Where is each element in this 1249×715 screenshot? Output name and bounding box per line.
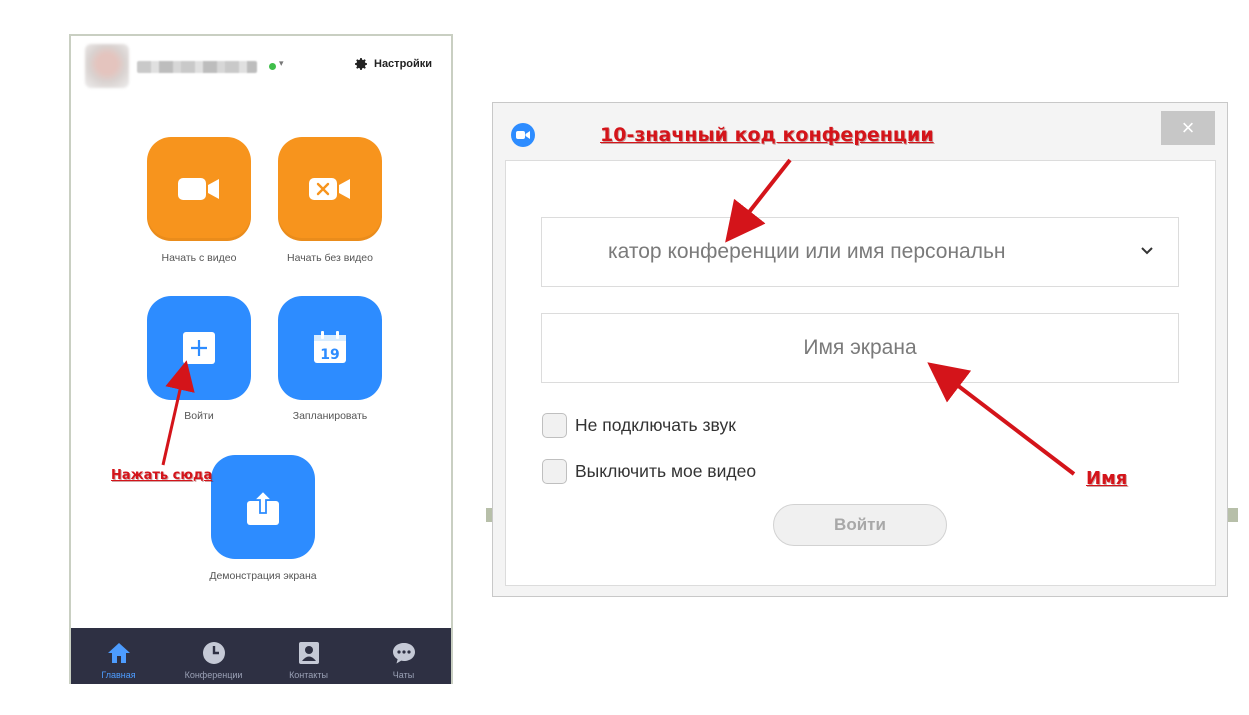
start-without-video-label: Начать без видео — [287, 252, 373, 264]
no-audio-checkbox-row[interactable]: Не подключать звук — [542, 413, 736, 438]
video-off-label: Выключить мое видео — [575, 461, 757, 481]
calendar-date-text: 19 — [320, 347, 339, 363]
nav-chat-label: Чаты — [392, 670, 415, 680]
username-redacted — [137, 61, 257, 73]
nav-chat[interactable]: Чаты — [356, 628, 451, 684]
home-header: ▾ Настройки — [71, 36, 451, 96]
screen-name-placeholder: Имя экрана — [803, 336, 917, 359]
video-camera-icon — [178, 178, 219, 200]
nav-home-label: Главная — [101, 670, 136, 680]
video-off-checkbox[interactable] — [542, 459, 567, 484]
join-button[interactable]: Войти — [773, 504, 947, 546]
status-online-icon — [269, 63, 276, 70]
video-off-icon — [309, 178, 350, 200]
close-button[interactable]: × — [1161, 111, 1215, 145]
clock-icon — [202, 642, 225, 664]
zoom-home-window: ▾ Настройки Начать с видео Начать без ви… — [69, 34, 453, 684]
join-dialog-body: катор конференции или имя персональн Имя… — [505, 160, 1216, 586]
video-off-checkbox-row[interactable]: Выключить мое видео — [542, 459, 756, 484]
chat-icon — [392, 643, 415, 664]
share-upload-icon — [247, 489, 279, 525]
home-icon — [107, 643, 130, 663]
settings-label: Настройки — [374, 58, 433, 70]
chevron-down-icon[interactable] — [1140, 244, 1154, 258]
annotation-name: Имя — [1086, 468, 1128, 489]
screen-name-input[interactable]: Имя экрана — [541, 313, 1179, 383]
calendar-icon: 19 — [314, 331, 346, 363]
schedule-label: Запланировать — [292, 410, 368, 422]
home-footer-nav: Главная Конференции Контакты Чаты — [71, 628, 451, 684]
start-without-video-button[interactable] — [278, 137, 382, 241]
nav-contacts-label: Контакты — [289, 670, 328, 680]
join-meeting-dialog: × катор конференции или имя персональн И… — [492, 102, 1228, 597]
nav-meetings-label: Конференции — [184, 670, 243, 680]
settings-button[interactable]: Настройки — [353, 56, 432, 72]
annotation-click-here: Нажать сюда — [111, 468, 213, 483]
nav-meetings[interactable]: Конференции — [166, 628, 261, 684]
join-meeting-button[interactable] — [147, 296, 251, 400]
no-audio-label: Не подключать звук — [575, 415, 736, 435]
join-meeting-label: Войти — [184, 410, 214, 422]
share-screen-label: Демонстрация экрана — [209, 570, 317, 582]
nav-contacts[interactable]: Контакты — [261, 628, 356, 684]
nav-home[interactable]: Главная — [71, 628, 166, 684]
start-with-video-label: Начать с видео — [161, 252, 237, 264]
zoom-logo-icon — [511, 123, 535, 147]
meeting-id-input[interactable]: катор конференции или имя персональн — [541, 217, 1179, 287]
gear-icon — [355, 58, 367, 70]
status-chevron-down-icon[interactable]: ▾ — [279, 58, 284, 69]
no-audio-checkbox[interactable] — [542, 413, 567, 438]
start-with-video-button[interactable] — [147, 137, 251, 241]
meeting-id-placeholder: катор конференции или имя персональн — [608, 240, 1006, 263]
dialog-edge-decoration — [1228, 508, 1238, 522]
plus-icon — [183, 332, 215, 364]
annotation-meeting-code: 10-значный код конференции — [600, 124, 934, 146]
schedule-button[interactable]: 19 — [278, 296, 382, 400]
avatar[interactable] — [85, 44, 129, 88]
share-screen-button[interactable] — [211, 455, 315, 559]
contacts-icon — [298, 642, 319, 664]
